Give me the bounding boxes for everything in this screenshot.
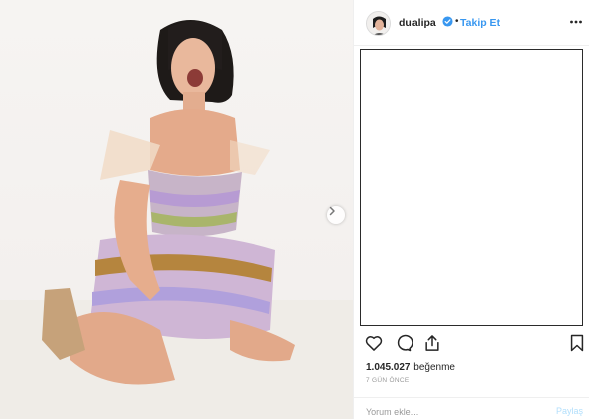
post-header: dualipa • Takip Et bbox=[354, 0, 589, 46]
heart-icon[interactable] bbox=[364, 333, 384, 353]
post-side-panel: dualipa • Takip Et 1.045.027 beğenme 7 G… bbox=[353, 0, 589, 419]
comment-bubble-icon[interactable] bbox=[393, 333, 413, 353]
share-icon[interactable] bbox=[422, 333, 442, 353]
post-actions bbox=[354, 333, 589, 357]
follow-button[interactable]: Takip Et bbox=[460, 17, 500, 29]
likes-count[interactable]: 1.045.027 beğenme bbox=[366, 362, 455, 373]
more-options-icon[interactable] bbox=[569, 13, 583, 31]
woman-sequin-dress-kneeling-photo bbox=[0, 20, 353, 419]
post-comment-button[interactable]: Paylaş bbox=[556, 406, 583, 416]
chevron-right-icon bbox=[329, 206, 335, 216]
comment-input[interactable] bbox=[366, 406, 526, 418]
likes-number: 1.045.027 bbox=[366, 362, 411, 373]
post-timestamp[interactable]: 7 GÜN ÖNCE bbox=[366, 377, 409, 384]
add-comment-bar: Paylaş bbox=[354, 397, 589, 419]
post-photo[interactable] bbox=[0, 0, 353, 419]
instagram-post: dualipa • Takip Et 1.045.027 beğenme 7 G… bbox=[0, 0, 589, 419]
verified-badge-icon bbox=[442, 16, 453, 27]
bookmark-icon[interactable] bbox=[567, 333, 587, 353]
profile-avatar[interactable] bbox=[366, 11, 391, 36]
likes-label: beğenme bbox=[413, 362, 455, 373]
next-photo-button[interactable] bbox=[327, 206, 345, 224]
post-username[interactable]: dualipa bbox=[399, 17, 436, 29]
comments-area bbox=[360, 49, 583, 326]
header-separator: • bbox=[455, 16, 459, 27]
